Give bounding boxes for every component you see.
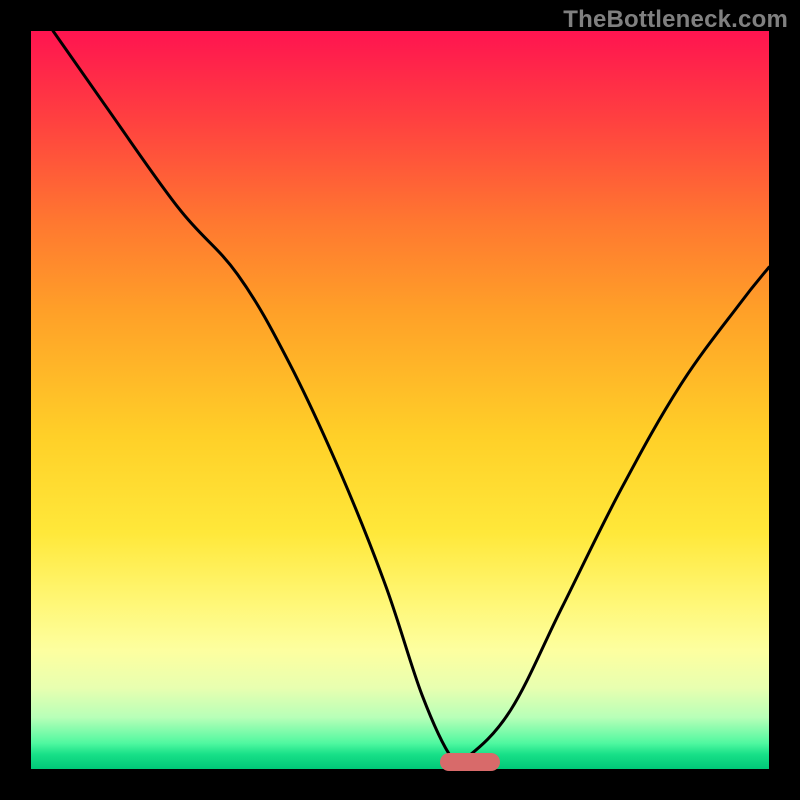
chart-container: TheBottleneck.com	[0, 0, 800, 800]
plot-area	[31, 31, 769, 769]
bottleneck-curve	[31, 31, 769, 769]
optimal-marker	[440, 753, 500, 771]
watermark-text: TheBottleneck.com	[563, 6, 788, 34]
